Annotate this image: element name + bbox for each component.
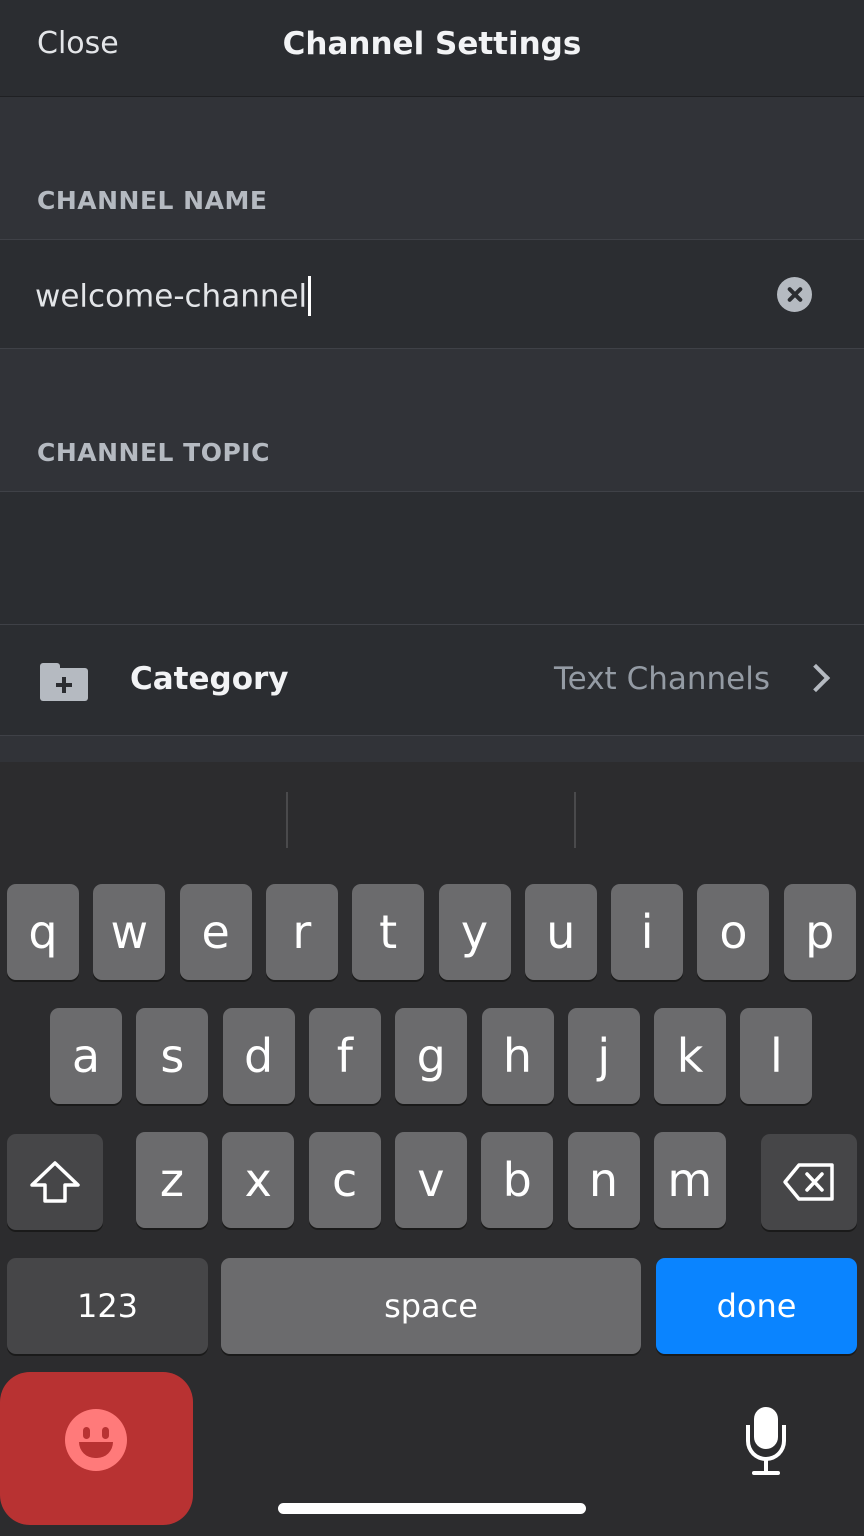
- folder-plus-icon: [40, 663, 88, 701]
- key-d[interactable]: d: [222, 1008, 295, 1104]
- numbers-key[interactable]: 123: [7, 1258, 208, 1354]
- shift-key[interactable]: [7, 1134, 103, 1230]
- channel-topic-label: CHANNEL TOPIC: [37, 438, 270, 467]
- key-n[interactable]: n: [567, 1132, 640, 1228]
- backspace-key[interactable]: [761, 1134, 857, 1230]
- key-c[interactable]: c: [308, 1132, 381, 1228]
- suggestion-divider: [574, 792, 576, 848]
- key-x[interactable]: x: [222, 1132, 295, 1228]
- key-s[interactable]: s: [136, 1008, 209, 1104]
- shift-arrow-icon: [30, 1161, 80, 1203]
- key-t[interactable]: t: [352, 884, 425, 980]
- key-q[interactable]: q: [7, 884, 79, 980]
- space-key[interactable]: space: [221, 1258, 641, 1354]
- microphone-icon[interactable]: [744, 1407, 788, 1477]
- channel-topic-input[interactable]: [0, 491, 864, 625]
- key-u[interactable]: u: [524, 884, 597, 980]
- category-value: Text Channels: [554, 661, 770, 697]
- key-b[interactable]: b: [481, 1132, 554, 1228]
- key-e[interactable]: e: [179, 884, 252, 980]
- key-i[interactable]: i: [611, 884, 684, 980]
- key-l[interactable]: l: [740, 1008, 813, 1104]
- key-g[interactable]: g: [395, 1008, 468, 1104]
- backspace-icon: [783, 1163, 834, 1201]
- channel-name-input[interactable]: welcome-channel: [35, 276, 312, 318]
- text-caret: [308, 276, 312, 316]
- home-indicator: [278, 1503, 586, 1514]
- page-title: Channel Settings: [282, 26, 582, 62]
- key-v[interactable]: v: [394, 1132, 467, 1228]
- top-bar: Close Channel Settings: [0, 0, 864, 97]
- channel-name-field[interactable]: welcome-channel: [0, 239, 864, 349]
- keyboard: qwertyuiop asdfghjkl zxcvbnm 123 space d…: [0, 762, 864, 1536]
- channel-name-value: welcome-channel: [35, 278, 308, 315]
- emoji-face-icon: [65, 1409, 127, 1471]
- key-j[interactable]: j: [567, 1008, 640, 1104]
- emoji-button[interactable]: [0, 1372, 193, 1525]
- category-row[interactable]: Category Text Channels: [0, 625, 864, 736]
- key-p[interactable]: p: [783, 884, 856, 980]
- clear-circle-x-icon[interactable]: [777, 277, 812, 312]
- category-label: Category: [130, 661, 289, 697]
- key-o[interactable]: o: [697, 884, 770, 980]
- channel-name-label: CHANNEL NAME: [37, 186, 268, 215]
- key-z[interactable]: z: [136, 1132, 208, 1228]
- key-f[interactable]: f: [308, 1008, 381, 1104]
- key-y[interactable]: y: [438, 884, 511, 980]
- key-k[interactable]: k: [654, 1008, 727, 1104]
- suggestion-divider: [286, 792, 288, 848]
- key-r[interactable]: r: [265, 884, 338, 980]
- key-w[interactable]: w: [93, 884, 166, 980]
- done-button[interactable]: done: [656, 1258, 857, 1354]
- key-h[interactable]: h: [481, 1008, 554, 1104]
- key-m[interactable]: m: [653, 1132, 726, 1228]
- key-a[interactable]: a: [50, 1008, 122, 1104]
